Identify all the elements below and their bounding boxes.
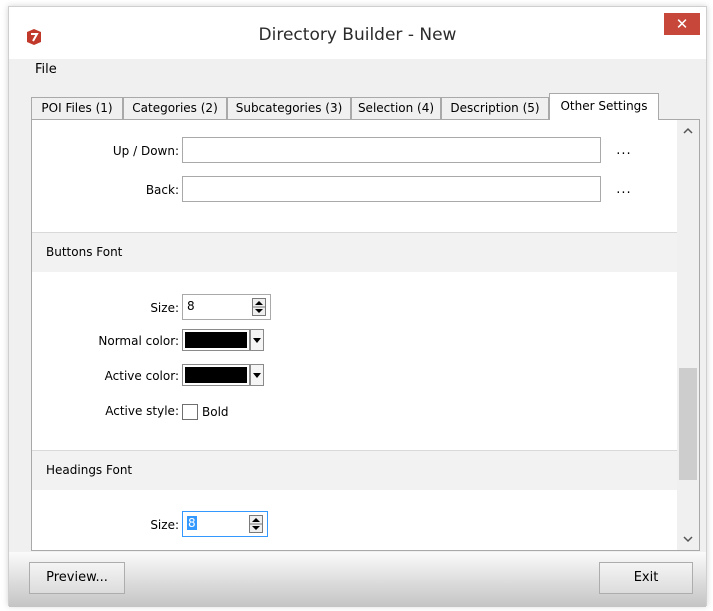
headings-size-stepper[interactable]: 8 (182, 511, 268, 537)
buttons-size-value: 8 (187, 299, 195, 313)
other-settings-panel: Up / Down: ... Back: ... Buttons Font Si… (31, 119, 700, 551)
exit-button[interactable]: Exit (599, 562, 693, 594)
close-button[interactable]: ✕ (664, 13, 700, 35)
tab-other-settings[interactable]: Other Settings (549, 93, 659, 120)
tab-categories[interactable]: Categories (2) (123, 97, 227, 119)
tab-selection[interactable]: Selection (4) (351, 97, 441, 119)
active-color-label: Active color: (104, 369, 179, 383)
buttons-size-stepper[interactable]: 8 (182, 294, 271, 320)
up-down-input[interactable] (182, 137, 601, 163)
chevron-up-icon (683, 127, 693, 134)
directory-builder-window: Directory Builder - New ✕ File POI Files… (8, 6, 707, 607)
up-down-browse-button[interactable]: ... (610, 143, 638, 158)
chevron-down-icon (253, 373, 261, 378)
preview-button[interactable]: Preview... (29, 562, 125, 594)
bold-checkbox[interactable] (182, 404, 198, 420)
client-area: POI Files (1) Categories (2) Subcategori… (9, 81, 706, 607)
tab-description[interactable]: Description (5) (441, 97, 549, 119)
buttons-size-label: Size: (150, 301, 179, 315)
normal-color-dropdown[interactable] (250, 329, 264, 351)
back-browse-button[interactable]: ... (610, 182, 638, 197)
tab-poi-files[interactable]: POI Files (1) (31, 97, 123, 119)
bold-checkbox-label: Bold (202, 405, 229, 419)
active-style-label: Active style: (105, 404, 179, 418)
close-icon: ✕ (675, 15, 689, 33)
title-bar: Directory Builder - New ✕ (9, 7, 706, 59)
headings-size-label: Size: (150, 518, 179, 532)
tab-subcategories[interactable]: Subcategories (3) (227, 97, 351, 119)
chevron-down-icon (253, 338, 261, 343)
back-input[interactable] (182, 176, 601, 202)
active-color-picker[interactable] (182, 364, 250, 386)
menu-file[interactable]: File (35, 62, 57, 77)
scroll-thumb[interactable] (679, 368, 697, 480)
normal-color-swatch (185, 332, 247, 348)
scroll-up-button[interactable] (677, 122, 699, 140)
buttons-font-section-header: Buttons Font (32, 232, 677, 272)
headings-size-value: 8 (187, 516, 197, 530)
scroll-down-button[interactable] (677, 530, 699, 548)
window-title: Directory Builder - New (258, 25, 457, 45)
normal-color-label: Normal color: (98, 334, 179, 348)
up-down-label: Up / Down: (112, 144, 179, 158)
menu-bar: File (9, 59, 706, 81)
headings-font-title: Headings Font (46, 463, 133, 477)
chevron-down-icon (683, 536, 693, 543)
spin-arrows-icon[interactable] (252, 298, 266, 316)
vertical-scrollbar[interactable] (677, 120, 699, 550)
headings-font-section-header: Headings Font (32, 450, 677, 490)
buttons-font-title: Buttons Font (46, 245, 123, 259)
active-color-swatch (185, 367, 247, 383)
spin-arrows-icon[interactable] (249, 515, 263, 533)
footer-bar: Preview... Exit (9, 552, 706, 607)
active-color-dropdown[interactable] (250, 364, 264, 386)
back-label: Back: (145, 183, 179, 197)
normal-color-picker[interactable] (182, 329, 250, 351)
